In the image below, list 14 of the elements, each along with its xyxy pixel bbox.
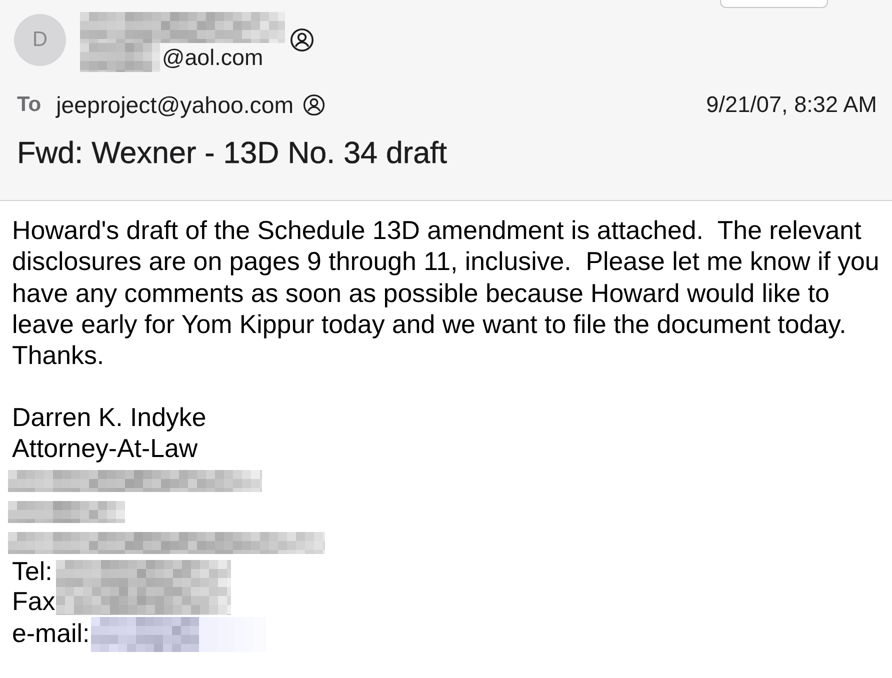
message-date: 9/21/07, 8:32 AM <box>706 91 877 120</box>
message-subject: Fwd: Wexner - 13D No. 34 draft <box>16 135 448 171</box>
sender-address[interactable]: @aol.com <box>162 43 264 72</box>
contact-icon[interactable] <box>290 28 314 52</box>
to-label: To <box>17 92 42 118</box>
contact-label: e-mail: <box>12 620 90 650</box>
message-body-text: Howard's draft of the Schedule 13D amendment is attached. The relevant disclosures are on pages 9 through 11, inclusive. Please let me know if you have any comments as soon as possible because Howard would like to leave early for Yom Kippur today and we want to file the document today. Thanks. <box>12 216 880 372</box>
sender-avatar: D <box>14 14 66 66</box>
contact-icon[interactable] <box>302 94 325 116</box>
contact-label: Fax <box>12 588 56 618</box>
recipient-address[interactable]: jeeproject@yahoo.com <box>56 88 294 122</box>
contact-label: Tel: <box>12 558 54 588</box>
signature-line: Darren K. Indyke <box>12 403 206 434</box>
signature-line: Attorney-At-Law <box>12 434 198 466</box>
